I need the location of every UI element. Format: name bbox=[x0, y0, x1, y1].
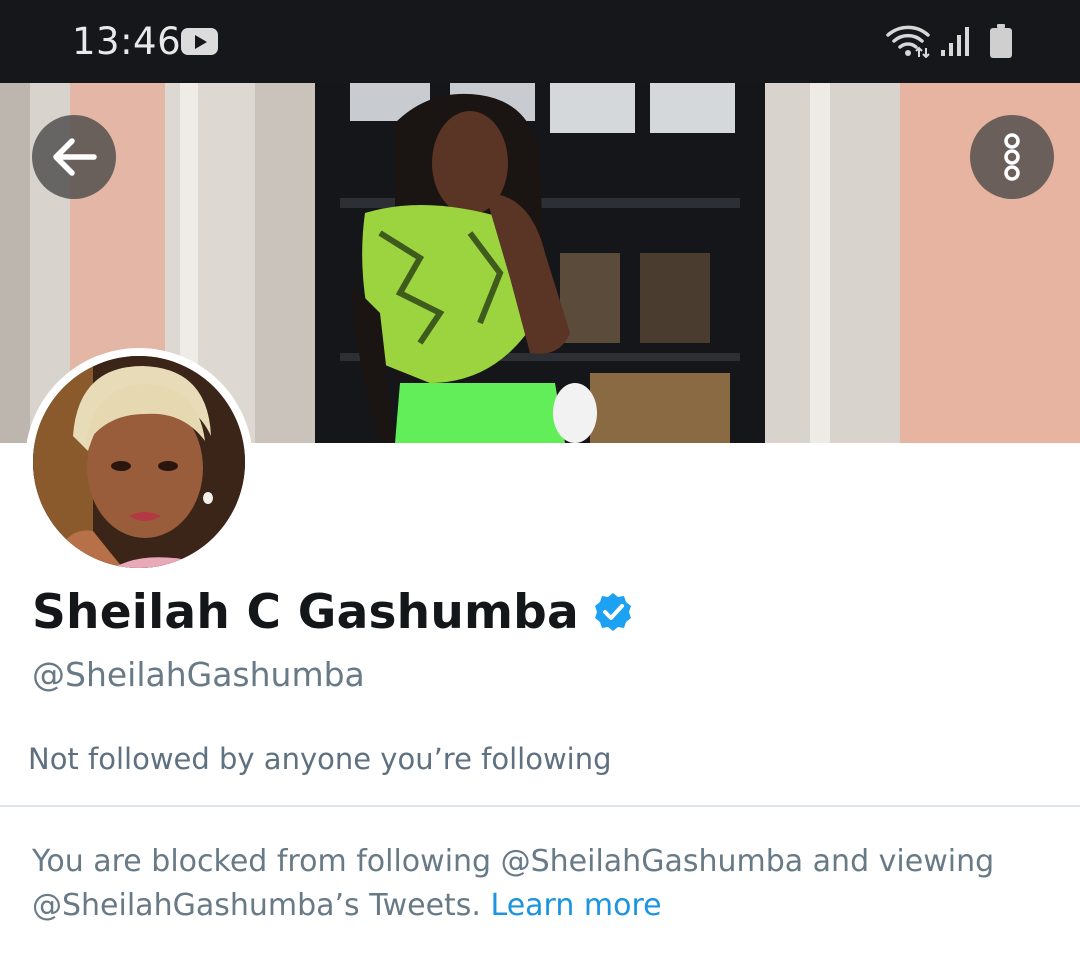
blocked-notice-text-2: @SheilahGashumba’s Tweets. bbox=[32, 888, 481, 923]
display-name: Sheilah C Gashumba bbox=[32, 584, 579, 640]
youtube-notification-icon bbox=[181, 28, 218, 55]
verified-badge-icon bbox=[594, 593, 631, 631]
avatar-image bbox=[33, 356, 245, 568]
status-bar: 13:46 bbox=[0, 0, 1080, 83]
profile-name-row: Sheilah C Gashumba bbox=[32, 580, 633, 644]
back-button[interactable] bbox=[32, 115, 116, 199]
blocked-notice: You are blocked from following @SheilahG… bbox=[32, 840, 1052, 928]
status-time: 13:46 bbox=[72, 20, 182, 63]
learn-more-link[interactable]: Learn more bbox=[491, 888, 662, 923]
battery-icon bbox=[990, 24, 1012, 58]
cell-signal-icon bbox=[940, 25, 972, 61]
profile-avatar[interactable] bbox=[25, 348, 253, 576]
wifi-icon bbox=[886, 24, 932, 62]
followed-by-text: Not followed by anyone you’re following bbox=[28, 742, 612, 776]
blocked-notice-text-1: You are blocked from following @SheilahG… bbox=[32, 844, 995, 879]
profile-handle: @SheilahGashumba bbox=[32, 655, 365, 694]
more-vertical-icon bbox=[1004, 133, 1020, 181]
more-options-button[interactable] bbox=[970, 115, 1054, 199]
arrow-left-icon bbox=[53, 138, 97, 176]
divider bbox=[0, 805, 1080, 807]
